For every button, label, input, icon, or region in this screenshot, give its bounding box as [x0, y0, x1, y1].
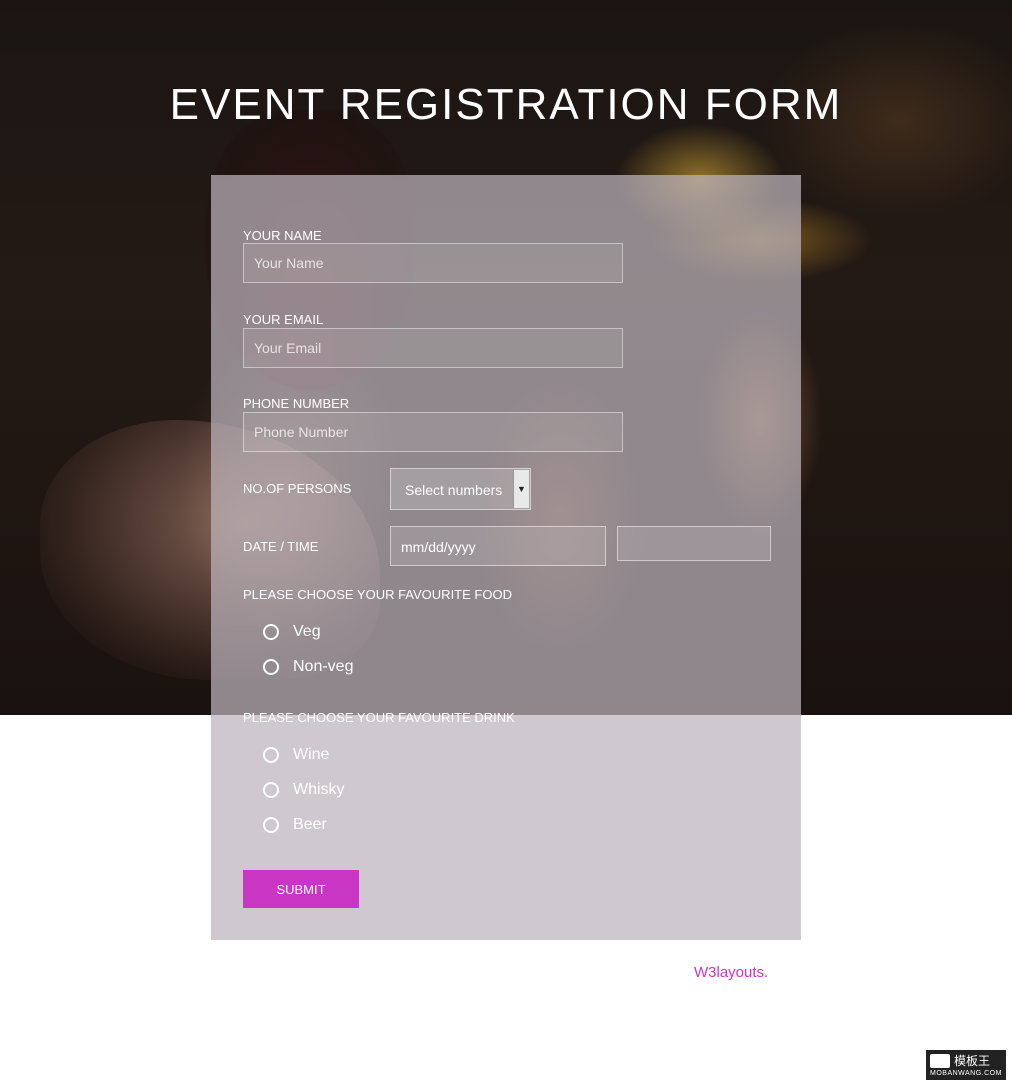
radio-circle-icon[interactable]: [263, 782, 279, 798]
time-input[interactable]: [617, 526, 771, 561]
registration-form: YOUR NAME YOUR EMAIL PHONE NUMBER NO.OF …: [211, 175, 801, 940]
drink-option-label: Beer: [293, 816, 327, 833]
food-question-label: PLEASE CHOOSE YOUR FAVOURITE FOOD: [243, 587, 512, 602]
drink-option-label: Whisky: [293, 781, 345, 798]
persons-select-value: Select numbers: [405, 482, 503, 498]
radio-circle-icon[interactable]: [263, 659, 279, 675]
email-input[interactable]: [243, 328, 623, 368]
persons-select[interactable]: Select numbers ▼: [390, 468, 531, 510]
footer-credit-link[interactable]: W3layouts.: [694, 964, 768, 981]
phone-label: PHONE NUMBER: [243, 396, 350, 411]
drink-option-wine[interactable]: Wine: [263, 746, 329, 764]
submit-button[interactable]: SUBMIT: [243, 870, 359, 908]
datetime-label: DATE / TIME: [243, 539, 319, 554]
drink-question-label: PLEASE CHOOSE YOUR FAVOURITE DRINK: [243, 710, 515, 725]
name-input[interactable]: [243, 243, 623, 283]
watermark-brand: 模板王: [954, 1054, 991, 1068]
radio-circle-icon[interactable]: [263, 817, 279, 833]
radio-circle-icon[interactable]: [263, 747, 279, 763]
drink-option-beer[interactable]: Beer: [263, 816, 327, 834]
watermark-site: MOBANWANG.COM: [930, 1070, 1002, 1077]
date-input[interactable]: mm/dd/yyyy: [390, 526, 606, 566]
date-input-value: mm/dd/yyyy: [401, 539, 476, 555]
radio-circle-icon[interactable]: [263, 624, 279, 640]
drink-option-label: Wine: [293, 746, 330, 763]
page-title: EVENT REGISTRATION FORM: [169, 80, 843, 129]
watermark-icon: [930, 1053, 950, 1068]
food-option-veg[interactable]: Veg: [263, 623, 321, 641]
food-option-non-veg[interactable]: Non-veg: [263, 658, 353, 676]
phone-input[interactable]: [243, 412, 623, 452]
food-option-label: Veg: [293, 623, 321, 640]
drink-option-whisky[interactable]: Whisky: [263, 781, 345, 799]
email-label: YOUR EMAIL: [243, 312, 324, 327]
food-option-label: Non-veg: [293, 658, 354, 675]
watermark-logo: 模板王 MOBANWANG.COM: [926, 1050, 1006, 1080]
name-label: YOUR NAME: [243, 228, 322, 243]
dropdown-arrow-icon[interactable]: ▼: [513, 470, 529, 508]
persons-label: NO.OF PERSONS: [243, 481, 352, 496]
